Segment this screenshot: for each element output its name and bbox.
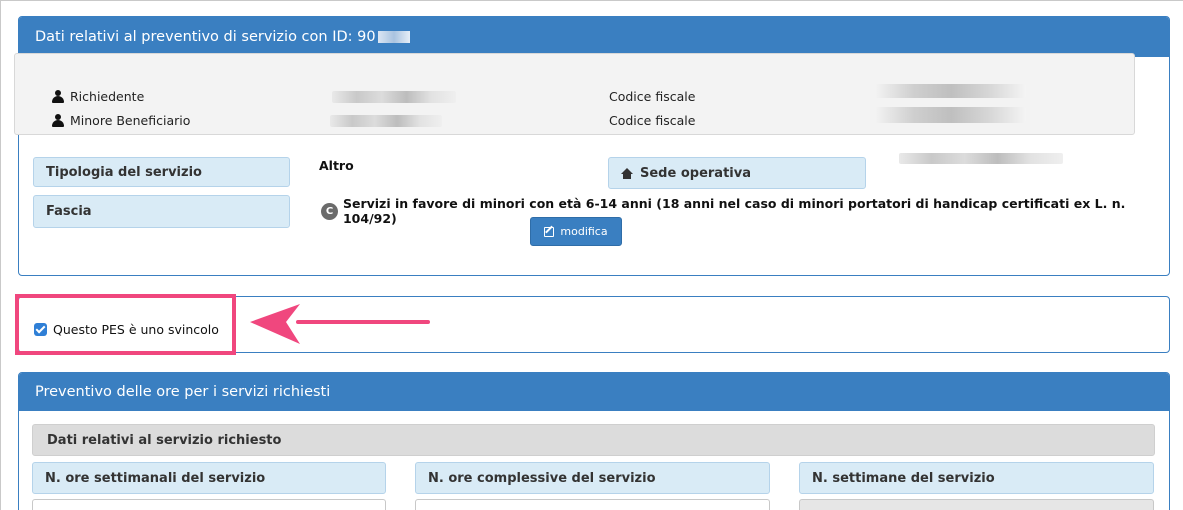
band-label: Fascia xyxy=(46,204,92,219)
office-label: Sede operativa xyxy=(640,165,751,181)
requester-label: Richiedente xyxy=(70,89,145,104)
band-label-box: Fascia xyxy=(33,195,290,228)
total-hours-label: N. ore complessive del servizio xyxy=(428,470,656,486)
annotation-arrow-icon xyxy=(250,304,430,344)
redacted-tax-code-1 xyxy=(876,84,1026,98)
weekly-hours-label-box: N. ore settimanali del servizio xyxy=(32,462,386,494)
weekly-hours-label: N. ore settimanali del servizio xyxy=(45,470,266,486)
tax-code-text-2: Codice fiscale xyxy=(609,113,696,128)
tax-code-label-1: Codice fiscale xyxy=(609,89,695,104)
redacted-beneficiary-name xyxy=(330,115,442,127)
office-label-box: Sede operativa xyxy=(608,157,866,189)
annotation-highlight-box xyxy=(15,294,236,355)
tax-code-text-1: Codice fiscale xyxy=(609,89,696,104)
requester-row-label: Richiedente xyxy=(52,89,144,104)
service-type-label-box: Tipologia del servizio xyxy=(33,157,290,187)
panel-header: Dati relativi al preventivo di servizio … xyxy=(19,17,1169,57)
beneficiary-label: Minore Beneficiario xyxy=(70,113,191,128)
home-icon xyxy=(621,167,633,179)
user-icon xyxy=(52,90,64,103)
weeks-label: N. settimane del servizio xyxy=(812,470,995,486)
weeks-label-box: N. settimane del servizio xyxy=(799,462,1154,494)
panel-title: Dati relativi al preventivo di servizio … xyxy=(35,29,376,45)
redacted-office-address xyxy=(899,153,1063,164)
requested-service-section: Dati relativi al servizio richiesto xyxy=(32,424,1155,456)
hours-panel-title: Preventivo delle ore per i servizi richi… xyxy=(35,384,331,400)
total-hours-input[interactable] xyxy=(415,499,770,510)
service-type-label: Tipologia del servizio xyxy=(46,164,202,180)
user-icon xyxy=(52,114,64,127)
redacted-tax-code-2 xyxy=(876,107,1026,123)
redacted-id xyxy=(377,31,410,43)
section-label: Dati relativi al servizio richiesto xyxy=(47,432,282,448)
redacted-requester-name xyxy=(332,91,456,103)
band-badge: C xyxy=(321,202,338,220)
band-value-row: C Servizi in favore di minori con età 6-… xyxy=(321,196,1183,226)
edit-icon xyxy=(544,226,555,237)
band-value: Servizi in favore di minori con età 6-14… xyxy=(342,196,1126,226)
weekly-hours-input[interactable] xyxy=(32,499,386,510)
service-type-value: Altro xyxy=(319,158,354,173)
edit-button[interactable]: modifica xyxy=(530,217,622,246)
tax-code-label-2: Codice fiscale xyxy=(609,113,695,128)
beneficiary-row-label: Minore Beneficiario xyxy=(52,113,190,128)
hours-panel-header: Preventivo delle ore per i servizi richi… xyxy=(19,373,1169,411)
weeks-input xyxy=(799,499,1154,510)
edit-button-label: modifica xyxy=(560,225,608,238)
total-hours-label-box: N. ore complessive del servizio xyxy=(415,462,770,494)
